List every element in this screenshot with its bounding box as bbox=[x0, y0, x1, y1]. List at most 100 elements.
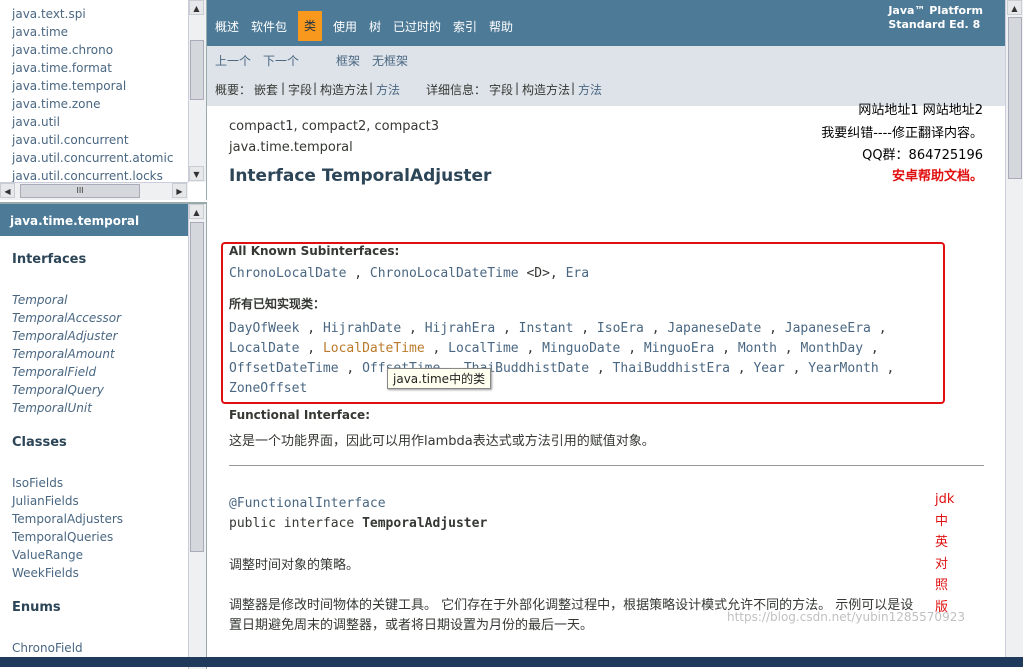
nav-tree[interactable]: 树 bbox=[369, 18, 381, 35]
detail-constructor: 构造方法 bbox=[522, 83, 571, 97]
class-link[interactable]: ValueRange bbox=[12, 546, 83, 564]
package-link[interactable]: java.time.zone bbox=[12, 95, 187, 113]
declaration: public interface TemporalAdjuster bbox=[229, 516, 487, 531]
package-horizontal-scrollbar[interactable]: ◀ III ▶ bbox=[0, 182, 188, 200]
next-class-link[interactable]: 下一个 bbox=[263, 52, 299, 69]
package-name: java.time.temporal bbox=[229, 140, 353, 155]
interface-link[interactable]: TemporalField bbox=[12, 363, 96, 381]
subinterface-link[interactable]: ChronoLocalDate bbox=[229, 266, 346, 281]
interface-link[interactable]: Temporal bbox=[12, 291, 68, 309]
separator: | bbox=[571, 81, 576, 95]
summary-constructor: 构造方法 bbox=[320, 83, 369, 97]
package-link[interactable]: java.time bbox=[12, 23, 187, 41]
impl-class-link[interactable]: HijrahEra bbox=[425, 321, 495, 336]
separator: | bbox=[313, 81, 318, 95]
impl-class-link[interactable]: Month bbox=[738, 341, 777, 356]
impl-class-link[interactable]: DayOfWeek bbox=[229, 321, 299, 336]
nav-overview[interactable]: 概述 bbox=[215, 18, 239, 35]
prev-class-link[interactable]: 上一个 bbox=[215, 52, 251, 69]
platform-line: Standard Ed. 8 bbox=[888, 18, 981, 31]
scroll-down-icon[interactable]: ▼ bbox=[189, 166, 204, 181]
nav-class-active[interactable]: 类 bbox=[298, 11, 322, 41]
subinterfaces-label: All Known Subinterfaces: bbox=[229, 244, 400, 258]
impl-classes-list: DayOfWeek , HijrahDate , HijrahEra , Ins… bbox=[229, 321, 895, 396]
class-vertical-scrollbar[interactable]: ▲ bbox=[188, 204, 206, 669]
package-link[interactable]: java.time.chrono bbox=[12, 41, 187, 59]
impl-class-link[interactable]: MinguoEra bbox=[644, 341, 714, 356]
noframes-link[interactable]: 无框架 bbox=[372, 52, 408, 69]
impl-class-link[interactable]: JapaneseDate bbox=[667, 321, 761, 336]
declaration-name: TemporalAdjuster bbox=[362, 516, 488, 531]
impl-class-link[interactable]: JapaneseEra bbox=[785, 321, 871, 336]
impl-class-link[interactable]: ThaiBuddhistEra bbox=[613, 361, 730, 376]
package-link[interactable]: java.util.concurrent bbox=[12, 131, 187, 149]
impl-class-link[interactable]: LocalDate bbox=[229, 341, 299, 356]
package-link[interactable]: java.time.format bbox=[12, 59, 187, 77]
package-link[interactable]: java.util bbox=[12, 113, 187, 131]
class-link[interactable]: TemporalAdjusters bbox=[12, 510, 123, 528]
jdk-bilingual-note[interactable]: jdk 中 英 对 照 版 bbox=[935, 489, 955, 618]
annotation-link[interactable]: @FunctionalInterface bbox=[229, 496, 386, 511]
impl-class-link[interactable]: MonthDay bbox=[800, 341, 863, 356]
impl-class-link[interactable]: ZoneOffset bbox=[229, 381, 307, 396]
interface-link[interactable]: TemporalAmount bbox=[12, 345, 115, 363]
impl-class-link[interactable]: Year bbox=[753, 361, 784, 376]
sub-navbar: 上一个 下一个 框架 无框架 概要： 嵌套 | 字段 | 构造方法 | 方法 详… bbox=[207, 46, 1005, 106]
scroll-thumb[interactable] bbox=[1008, 17, 1022, 179]
package-vertical-scrollbar[interactable]: ▲ ▼ bbox=[188, 0, 206, 182]
subinterface-link[interactable]: ChronoLocalDateTime bbox=[370, 266, 519, 281]
scroll-left-icon[interactable]: ◀ bbox=[0, 183, 15, 198]
package-list-frame: java.text.spi java.time java.time.chrono… bbox=[0, 0, 207, 200]
impl-class-link[interactable]: MinguoDate bbox=[542, 341, 620, 356]
class-link[interactable]: JulianFields bbox=[12, 492, 79, 510]
impl-class-link[interactable]: IsoEra bbox=[597, 321, 644, 336]
impl-class-link[interactable]: Instant bbox=[519, 321, 574, 336]
package-link[interactable]: java.time.temporal bbox=[12, 77, 187, 95]
nav-help[interactable]: 帮助 bbox=[489, 18, 513, 35]
jdk-note-char: 照 bbox=[935, 578, 949, 593]
package-header[interactable]: java.time.temporal bbox=[0, 204, 188, 236]
scroll-thumb[interactable] bbox=[190, 40, 204, 100]
frames-link[interactable]: 框架 bbox=[336, 52, 360, 69]
nav-index[interactable]: 索引 bbox=[453, 18, 477, 35]
impl-class-link-hovered[interactable]: LocalDateTime bbox=[323, 341, 425, 356]
doc-vertical-scrollbar[interactable]: ▲ bbox=[1005, 0, 1023, 667]
package-link[interactable]: java.text.spi bbox=[12, 5, 187, 23]
scroll-up-icon[interactable]: ▲ bbox=[1007, 0, 1022, 15]
scroll-right-icon[interactable]: ▶ bbox=[172, 183, 187, 198]
class-link[interactable]: WeekFields bbox=[12, 564, 79, 582]
summary-field: 字段 bbox=[288, 83, 313, 97]
scroll-up-icon[interactable]: ▲ bbox=[189, 0, 204, 15]
scroll-thumb[interactable]: III bbox=[20, 184, 140, 198]
classes-heading: Classes bbox=[12, 435, 67, 450]
interface-link[interactable]: TemporalUnit bbox=[12, 399, 92, 417]
class-link[interactable]: IsoFields bbox=[12, 474, 63, 492]
impl-class-link[interactable]: OffsetDateTime bbox=[229, 361, 339, 376]
detail-method-link[interactable]: 方法 bbox=[578, 81, 602, 98]
interface-link[interactable]: TemporalAdjuster bbox=[12, 327, 118, 345]
nav-package[interactable]: 软件包 bbox=[251, 18, 287, 35]
watermark: https://blog.csdn.net/yubin1285570923 bbox=[727, 610, 965, 624]
enum-link[interactable]: ChronoField bbox=[12, 639, 83, 657]
scroll-thumb[interactable] bbox=[190, 222, 204, 552]
scroll-up-icon[interactable]: ▲ bbox=[189, 204, 204, 219]
detail-field: 字段 bbox=[489, 83, 514, 97]
summary-method-link[interactable]: 方法 bbox=[376, 81, 400, 98]
interface-link[interactable]: TemporalQuery bbox=[12, 381, 104, 399]
separator: | bbox=[369, 81, 374, 95]
top-navbar: 概述 软件包 类 使用 树 已过时的 索引 帮助 Java™ Platform … bbox=[207, 0, 1005, 46]
platform-line: Java™ Platform bbox=[888, 4, 983, 17]
class-link[interactable]: TemporalQueries bbox=[12, 528, 113, 546]
nav-use[interactable]: 使用 bbox=[333, 18, 357, 35]
doc-frame: 概述 软件包 类 使用 树 已过时的 索引 帮助 Java™ Platform … bbox=[207, 0, 1005, 667]
summary-label: 概要： bbox=[215, 83, 252, 97]
impl-class-link[interactable]: HijrahDate bbox=[323, 321, 401, 336]
interface-link[interactable]: TemporalAccessor bbox=[12, 309, 121, 327]
nav-deprecated[interactable]: 已过时的 bbox=[393, 18, 441, 35]
detail-label: 详细信息： bbox=[426, 83, 487, 97]
package-link[interactable]: java.util.concurrent.atomic bbox=[12, 149, 187, 167]
functional-interface-label: Functional Interface: bbox=[229, 408, 370, 422]
impl-class-link[interactable]: YearMonth bbox=[808, 361, 878, 376]
impl-class-link[interactable]: LocalTime bbox=[448, 341, 518, 356]
subinterface-link[interactable]: Era bbox=[566, 266, 589, 281]
